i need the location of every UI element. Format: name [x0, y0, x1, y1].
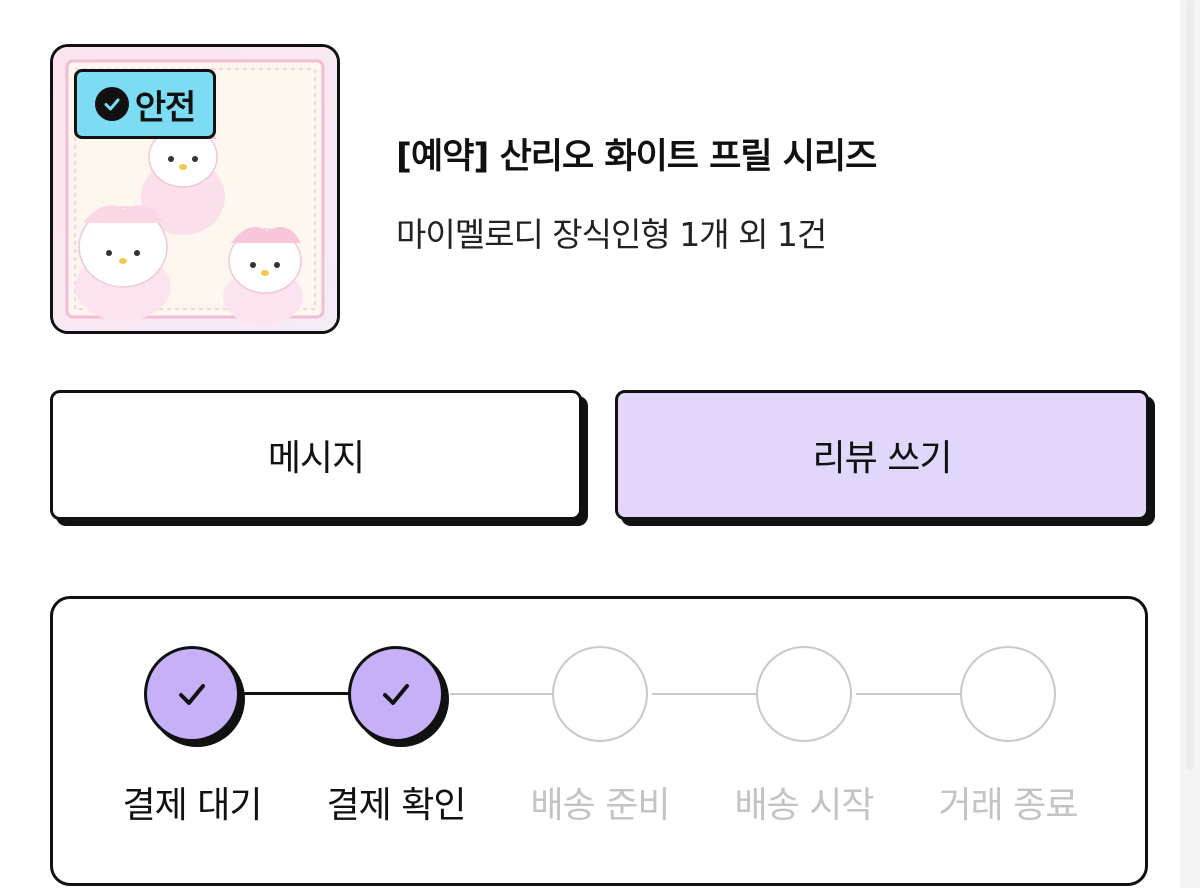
product-title[interactable]: [예약] 산리오 화이트 프릴 시리즈 — [396, 128, 877, 179]
step-1-indicator — [144, 646, 240, 742]
step-connector-4 — [856, 693, 962, 695]
step-1-label: 결제 대기 — [122, 785, 263, 826]
step-2-indicator — [348, 646, 444, 742]
check-circle-icon — [94, 87, 129, 121]
order-summary: 마이멜로디 장식인형 1개 외 1건 — [396, 215, 827, 254]
step-2-label: 결제 확인 — [326, 785, 467, 826]
message-button-label: 메시지 — [267, 438, 365, 479]
step-connector-1 — [240, 692, 350, 695]
step-connector-2 — [450, 693, 554, 695]
step-4-indicator — [756, 646, 852, 742]
step-3-label: 배송 준비 — [530, 785, 671, 826]
step-4-label: 배송 시작 — [734, 785, 875, 826]
check-icon — [383, 684, 409, 705]
badge-label: 안전 — [134, 87, 197, 128]
scrollbar-thumb[interactable] — [1186, 0, 1194, 770]
check-icon — [179, 684, 205, 705]
step-3-indicator — [552, 646, 648, 742]
step-5-indicator — [960, 646, 1056, 742]
write-review-button[interactable]: 리뷰 쓰기 — [615, 390, 1149, 520]
step-connector-3 — [652, 693, 758, 695]
message-button[interactable]: 메시지 — [50, 390, 582, 520]
write-review-button-label: 리뷰 쓰기 — [812, 438, 953, 479]
step-5-label: 거래 종료 — [938, 785, 1079, 826]
safe-trade-badge: 안전 — [74, 69, 216, 139]
